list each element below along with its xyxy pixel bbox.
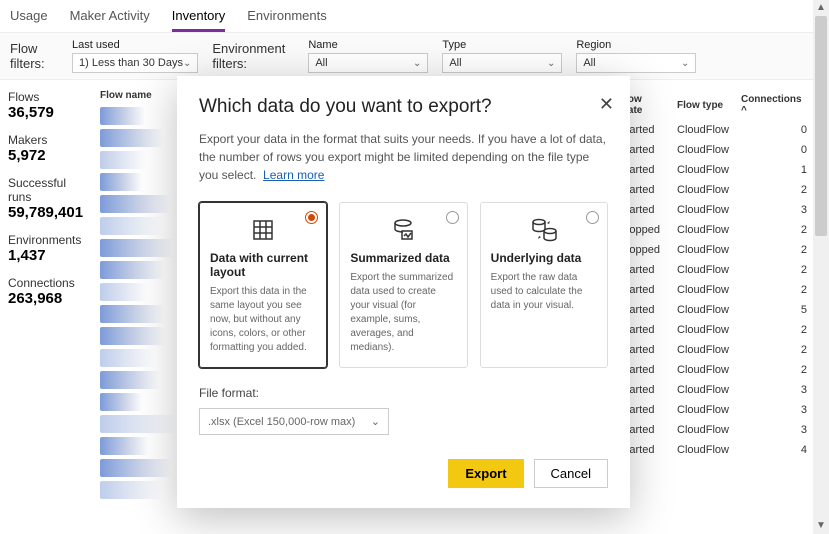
export-option-0[interactable]: Data with current layout Export this data… [199, 202, 327, 368]
underlying-data-icon [491, 215, 597, 245]
export-dialog: Which data do you want to export? ✕ Expo… [177, 76, 630, 508]
file-format-select[interactable]: .xlsx (Excel 150,000-row max) ⌄ [199, 408, 389, 435]
table-layout-icon [210, 215, 316, 245]
option-title: Underlying data [491, 251, 597, 265]
dialog-description: Export your data in the format that suit… [199, 130, 608, 184]
close-icon: ✕ [599, 94, 614, 114]
cancel-button[interactable]: Cancel [534, 459, 608, 488]
option-desc: Export this data in the same layout you … [210, 285, 316, 355]
radio-icon [586, 211, 599, 224]
export-button[interactable]: Export [448, 459, 523, 488]
radio-icon [305, 211, 318, 224]
option-title: Summarized data [350, 251, 456, 265]
scrollbar-thumb[interactable] [815, 16, 827, 236]
chevron-down-icon: ⌄ [371, 415, 380, 428]
vertical-scrollbar[interactable]: ▲ ▼ [813, 0, 829, 534]
export-options: Data with current layout Export this data… [199, 202, 608, 368]
radio-icon [446, 211, 459, 224]
scroll-up-arrow-icon[interactable]: ▲ [813, 0, 829, 16]
option-desc: Export the summarized data used to creat… [350, 271, 456, 355]
option-title: Data with current layout [210, 251, 316, 279]
file-format-value: .xlsx (Excel 150,000-row max) [208, 416, 355, 428]
scroll-down-arrow-icon[interactable]: ▼ [813, 518, 829, 534]
file-format-label: File format: [199, 386, 608, 400]
option-desc: Export the raw data used to calculate th… [491, 271, 597, 313]
learn-more-link[interactable]: Learn more [263, 168, 324, 182]
dialog-title: Which data do you want to export? [199, 96, 608, 118]
export-option-2[interactable]: Underlying data Export the raw data used … [480, 202, 608, 368]
summarized-data-icon [350, 215, 456, 245]
export-option-1[interactable]: Summarized data Export the summarized dat… [339, 202, 467, 368]
close-button[interactable]: ✕ [599, 94, 614, 115]
